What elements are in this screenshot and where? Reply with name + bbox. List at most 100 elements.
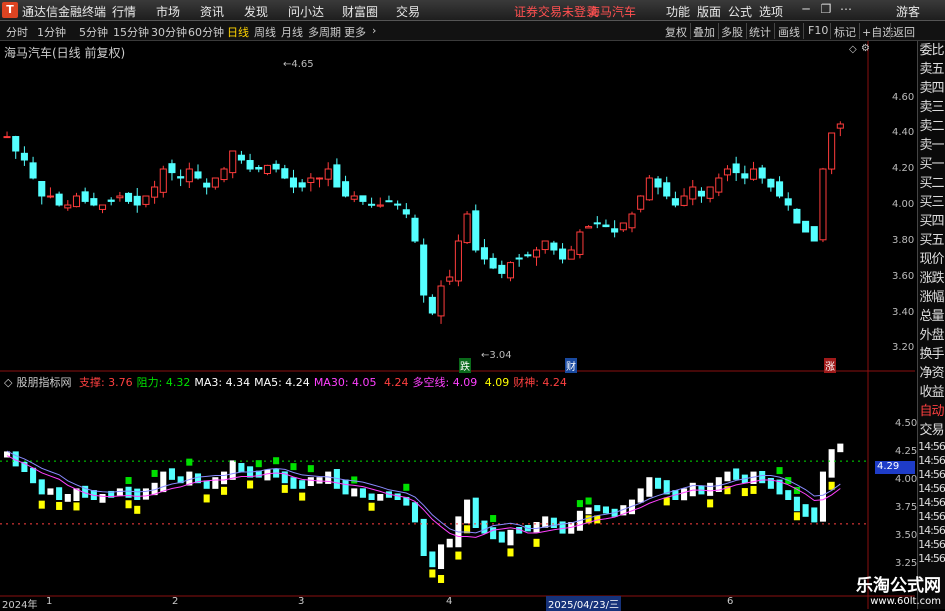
indicator-signal (707, 499, 714, 508)
tab-60min[interactable]: 60分钟 (188, 24, 224, 40)
candle (142, 195, 150, 205)
menu-wenxiaoda[interactable]: 问小达 (288, 3, 324, 20)
candle (116, 195, 124, 199)
tab-fenshi[interactable]: 分时 (6, 24, 28, 40)
side-panel-item[interactable]: 交易 (918, 421, 945, 440)
side-panel-item[interactable]: 买四 (918, 212, 945, 231)
guest-button[interactable]: 游客 (896, 3, 920, 20)
side-panel-item[interactable]: 14:56 (918, 510, 945, 524)
btn-tongji[interactable]: 统计 (749, 24, 771, 40)
btn-diejia[interactable]: 叠加 (693, 24, 715, 40)
tab-month[interactable]: 月线 (281, 24, 303, 40)
menu-gongshi[interactable]: 公式 (728, 3, 752, 20)
side-panel-item[interactable]: 总量 (918, 307, 945, 326)
btn-fuquan[interactable]: 复权 (665, 24, 687, 40)
side-panel-item[interactable]: 14:56 (918, 440, 945, 454)
side-panel-item[interactable]: 14:56 (918, 482, 945, 496)
btn-add-watchlist[interactable]: +自选 (862, 24, 893, 40)
candle (411, 217, 419, 242)
trade-login-notice[interactable]: 证券交易未登录 (514, 3, 598, 20)
side-panel-item[interactable]: 买三 (918, 193, 945, 212)
side-panel-item[interactable]: 净资 (918, 364, 945, 383)
side-panel-item[interactable]: 卖四 (918, 79, 945, 98)
side-panel-item[interactable]: 自动 (918, 402, 945, 421)
tab-5min[interactable]: 5分钟 (79, 24, 108, 40)
candle (819, 168, 827, 241)
indicator-bar (238, 463, 245, 472)
side-panel-item[interactable]: 14:56 (918, 552, 945, 566)
candle (324, 168, 332, 180)
candle (585, 226, 593, 229)
menu-hangqing[interactable]: 行情 (112, 3, 136, 20)
side-panel-item[interactable]: 14:56 (918, 496, 945, 510)
indicator-bar (168, 468, 175, 480)
side-panel-item[interactable]: 卖三 (918, 98, 945, 117)
candle (793, 208, 801, 224)
side-panel-item[interactable]: 14:56 (918, 524, 945, 538)
side-panel-item[interactable]: 涨幅 (918, 288, 945, 307)
settings-icon[interactable]: ⚙ (861, 43, 870, 54)
side-panel-item[interactable]: 14:56 (918, 468, 945, 482)
indicator-bar (99, 494, 106, 503)
indicator-bar (38, 479, 45, 495)
more-icon[interactable]: ⋯ (837, 2, 855, 18)
side-panel-item[interactable]: 涨跌 (918, 269, 945, 288)
side-panel-item[interactable]: 14:56 (918, 454, 945, 468)
side-panel-item[interactable]: 14:56 (918, 538, 945, 552)
menu-shichang[interactable]: 市场 (156, 3, 180, 20)
minimize-icon[interactable]: ─ (797, 2, 815, 18)
side-panel-item[interactable]: 买五 (918, 231, 945, 250)
menu-zixun[interactable]: 资讯 (200, 3, 224, 20)
side-panel-item[interactable]: 卖二 (918, 117, 945, 136)
menu-faxian[interactable]: 发现 (244, 3, 268, 20)
candle (836, 123, 844, 129)
candle (107, 199, 115, 202)
indicator-bar (446, 538, 453, 548)
stock-name: 海马汽车 (588, 5, 637, 19)
chevron-right-icon[interactable]: › (372, 24, 376, 37)
tab-15min[interactable]: 15分钟 (113, 24, 149, 40)
diamond-icon[interactable]: ◇ (849, 44, 857, 55)
watermark: 乐淘公式网 www.60lt.com (856, 571, 941, 607)
side-panel-item[interactable]: 现价 (918, 250, 945, 269)
menu-caifuquan[interactable]: 财富圈 (342, 3, 378, 20)
btn-duogu[interactable]: 多股 (721, 24, 743, 40)
indicator-bar (759, 470, 766, 484)
side-panel-item[interactable]: 买一 (918, 155, 945, 174)
menu-jiaoyi[interactable]: 交易 (396, 3, 420, 20)
indicator-title: ◇ 股朋指标网 支撑: 3.76 阻力: 4.32 MA3: 4.34 MA5: 4.2… (4, 374, 575, 390)
indicator-expand-icon[interactable]: ◇ (4, 376, 12, 389)
btn-f10[interactable]: F10 (808, 24, 828, 37)
tab-multi[interactable]: 多周期 (308, 24, 341, 40)
tab-1min[interactable]: 1分钟 (37, 24, 66, 40)
tab-week[interactable]: 周线 (254, 24, 276, 40)
side-panel-item[interactable]: 换手 (918, 345, 945, 364)
btn-back[interactable]: 返回 (893, 24, 915, 40)
menu-banmian[interactable]: 版面 (697, 3, 721, 20)
candle (767, 178, 775, 188)
period-toolbar: 分时 1分钟 5分钟 15分钟 30分钟 60分钟 日线 周线 月线 多周期 更… (0, 21, 945, 41)
indicator-bar (203, 480, 210, 489)
side-panel-item[interactable]: 买二 (918, 174, 945, 193)
indicator-bar (342, 479, 349, 495)
btn-huaxian[interactable]: 画线 (778, 24, 800, 40)
restore-icon[interactable]: ❐ (817, 2, 835, 18)
indicator-bar (811, 507, 818, 523)
tab-day[interactable]: 日线 (227, 24, 249, 40)
indicator-name[interactable]: 股朋指标网 (16, 376, 71, 389)
indicator-signal (221, 486, 228, 495)
side-panel-item[interactable]: 卖一 (918, 136, 945, 155)
side-panel-item[interactable]: 收益 (918, 383, 945, 402)
side-panel-item[interactable]: 委比 (918, 41, 945, 60)
side-panel-item[interactable]: 卖五 (918, 60, 945, 79)
kline-chart[interactable] (0, 41, 915, 609)
btn-biaoji[interactable]: 标记 (834, 24, 856, 40)
watermark-title: 乐淘公式网 (856, 576, 941, 596)
menu-gongneng[interactable]: 功能 (666, 3, 690, 20)
candle (38, 180, 46, 197)
menu-xuanxiang[interactable]: 选项 (759, 3, 783, 20)
indicator-bar (550, 517, 557, 528)
tab-more[interactable]: 更多 (344, 24, 366, 40)
side-panel-item[interactable]: 外盘 (918, 326, 945, 345)
tab-30min[interactable]: 30分钟 (151, 24, 187, 40)
